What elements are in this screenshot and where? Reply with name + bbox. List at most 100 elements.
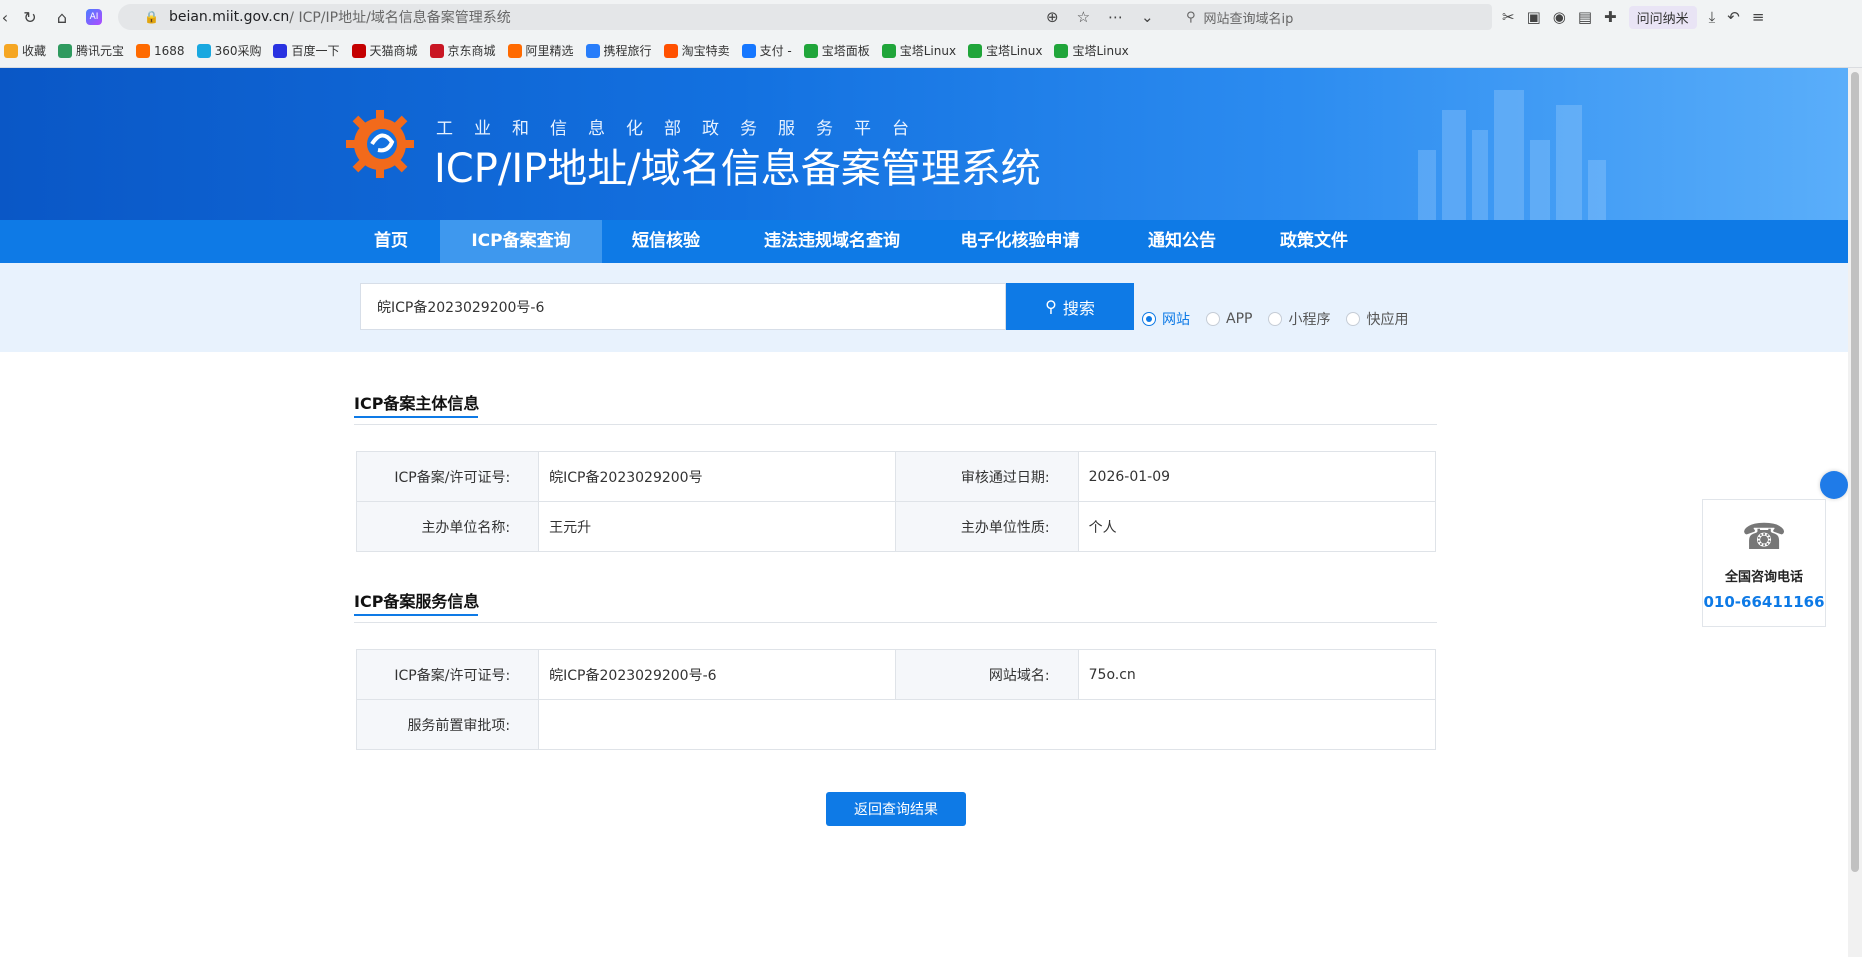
miit-logo — [346, 110, 414, 178]
home-icon[interactable]: ⌂ — [50, 5, 74, 29]
radio-miniprogram-label: 小程序 — [1288, 312, 1331, 328]
table-row: 服务前置审批项: — [355, 699, 1436, 750]
word-icon[interactable]: ▤ — [1578, 8, 1592, 26]
main-nav: 首页 ICP备案查询 短信核验 违法违规域名查询 电子化核验申请 通知公告 政策… — [0, 220, 1848, 263]
table-key: ICP备案/许可证号: — [355, 451, 540, 502]
bookmark-item[interactable]: 宝塔Linux — [881, 42, 956, 59]
bookmark-favicon-icon — [881, 43, 896, 58]
section-underline — [354, 416, 478, 418]
back-icon[interactable]: ‹ — [0, 5, 10, 29]
search-area: ⚲ 搜索 网站 APP 小程序 快应用 — [0, 263, 1848, 352]
table-key: 主办单位性质: — [895, 501, 1079, 552]
chat-bubble-icon[interactable] — [1820, 471, 1848, 499]
downloads-icon[interactable]: ⤓ — [1709, 8, 1716, 26]
more-icon[interactable]: ⋯ — [1108, 8, 1123, 26]
star-icon — [4, 43, 18, 58]
bookmark-favicon-icon — [429, 43, 444, 58]
extensions-icon[interactable]: ✚ — [1604, 8, 1617, 26]
scissors-icon[interactable]: ✂ — [1502, 8, 1515, 26]
reload-icon[interactable]: ↻ — [18, 5, 42, 29]
bookmark-item[interactable]: 支付 - — [741, 42, 792, 59]
section-divider — [354, 622, 1437, 623]
right-tools: ✂ ▣ ◉ ▤ ✚ 问问纳米 ⤓ ↶ ≡ — [1502, 4, 1764, 30]
bookmark-item[interactable]: 携程旅行 — [585, 42, 652, 59]
star-icon[interactable]: ☆ — [1077, 8, 1090, 26]
bookmark-favicon-icon — [351, 43, 366, 58]
bookmark-label: 宝塔Linux — [1072, 44, 1129, 58]
table-value: 皖ICP备2023029200号-6 — [538, 649, 897, 700]
bookmarks-folder[interactable]: 收藏 — [4, 42, 46, 59]
menu-icon[interactable]: ≡ — [1752, 8, 1765, 26]
download-icon[interactable]: ⊕ — [1046, 8, 1059, 26]
back-to-results-button[interactable]: 返回查询结果 — [826, 792, 966, 826]
table-value — [538, 699, 1436, 750]
bookmarks-bar: 收藏 腾讯元宝 1688 360采购 百度一下 天猫商城 京东商城 阿里精选 携程旅行 淘宝特卖 支… — [0, 34, 1862, 68]
search-button[interactable]: ⚲ 搜索 — [1006, 283, 1134, 330]
bookmark-item[interactable]: 百度一下 — [273, 42, 340, 59]
radio-app-label: APP — [1226, 311, 1253, 327]
translate-icon[interactable]: ▣ — [1527, 8, 1541, 26]
bookmark-item[interactable]: 京东商城 — [429, 42, 496, 59]
scrollbar-thumb[interactable] — [1851, 72, 1859, 872]
consult-widget: ☎ 全国咨询电话 010-66411166 — [1702, 499, 1826, 627]
bookmark-label: 阿里精选 — [525, 44, 574, 58]
url-path: / ICP/IP地址/域名信息备案管理系统 — [289, 10, 511, 26]
bookmark-item[interactable]: 腾讯元宝 — [58, 42, 124, 59]
radio-app[interactable]: APP — [1206, 311, 1252, 327]
scrollbar[interactable] — [1848, 68, 1862, 957]
table-row: ICP备案/许可证号: 皖ICP备2023029200号-6 网站域名: 75o… — [355, 649, 1437, 700]
user-chip[interactable]: 问问纳米 — [1628, 5, 1697, 29]
browser-search-placeholder: 网站查询域名ip — [1203, 11, 1294, 27]
service-info-title: ICP备案服务信息 — [354, 588, 480, 616]
bookmark-favicon-icon — [507, 43, 522, 58]
undo-icon[interactable]: ↶ — [1727, 8, 1740, 26]
nav-sms-verify[interactable]: 短信核验 — [616, 220, 716, 263]
bookmark-item[interactable]: 阿里精选 — [507, 42, 574, 59]
bookmark-label: 收藏 — [22, 44, 47, 58]
bookmark-label: 携程旅行 — [603, 44, 652, 58]
bookmark-favicon-icon — [741, 43, 756, 58]
table-row: 主办单位名称: 王元升 主办单位性质: 个人 — [355, 501, 1437, 552]
bookmark-item[interactable]: 天猫商城 — [351, 42, 418, 59]
service-info-title-text: ICP备案服务信息 — [354, 592, 480, 611]
bookmark-item[interactable]: 1688 — [136, 43, 185, 58]
table-value: 个人 — [1077, 501, 1437, 552]
bookmark-label: 天猫商城 — [369, 44, 418, 58]
bookmark-item[interactable]: 宝塔Linux — [968, 42, 1042, 59]
nav-illegal-domain[interactable]: 违法违规域名查询 — [752, 220, 912, 263]
bookmark-favicon-icon — [136, 43, 151, 58]
nav-icp-query[interactable]: ICP备案查询 — [440, 220, 602, 263]
bookmark-label: 百度一下 — [291, 44, 340, 58]
bookmark-favicon-icon — [803, 43, 818, 58]
nav-home[interactable]: 首页 — [356, 220, 426, 263]
radio-website[interactable]: 网站 — [1142, 309, 1190, 329]
nav-policies[interactable]: 政策文件 — [1268, 220, 1360, 263]
vpn-icon[interactable]: ◉ — [1553, 8, 1566, 26]
subject-info-table: ICP备案/许可证号: 皖ICP备2023029200号 审核通过日期: 202… — [355, 451, 1437, 552]
bookmark-label: 京东商城 — [447, 44, 496, 58]
search-icon: ⚲ — [1045, 297, 1057, 316]
browser-search-box[interactable]: ⚲ 网站查询域名ip — [1176, 4, 1492, 30]
bookmark-item[interactable]: 宝塔面板 — [803, 42, 870, 59]
nav-e-verify[interactable]: 电子化核验申请 — [950, 220, 1090, 263]
bookmark-item[interactable]: 360采购 — [196, 42, 261, 59]
search-input[interactable] — [360, 283, 1006, 330]
radio-quickapp-label: 快应用 — [1366, 312, 1409, 328]
search-button-label: 搜索 — [1062, 298, 1095, 318]
radio-miniprogram[interactable]: 小程序 — [1268, 309, 1330, 329]
bookmark-item[interactable]: 淘宝特卖 — [663, 42, 730, 59]
bookmark-label: 宝塔面板 — [821, 44, 870, 58]
chevron-down-icon[interactable]: ⌄ — [1141, 8, 1154, 26]
radio-quickapp[interactable]: 快应用 — [1346, 309, 1408, 329]
phone-icon: ☎ — [1741, 517, 1787, 558]
search-icon: ⚲ — [1186, 9, 1196, 25]
bookmark-label: 腾讯元宝 — [76, 44, 125, 58]
search-type-radios: 网站 APP 小程序 快应用 — [1142, 309, 1418, 329]
bookmark-item[interactable]: 宝塔Linux — [1054, 42, 1129, 59]
table-key: 服务前置审批项: — [355, 699, 540, 750]
ai-icon[interactable]: AI — [82, 5, 106, 29]
nav-notices[interactable]: 通知公告 — [1136, 220, 1228, 263]
table-key: ICP备案/许可证号: — [355, 649, 540, 700]
bookmark-label: 淘宝特卖 — [681, 44, 730, 58]
page: 工业和信息化部政务服务平台 ICP/IP地址/域名信息备案管理系统 首页 ICP… — [0, 68, 1848, 957]
